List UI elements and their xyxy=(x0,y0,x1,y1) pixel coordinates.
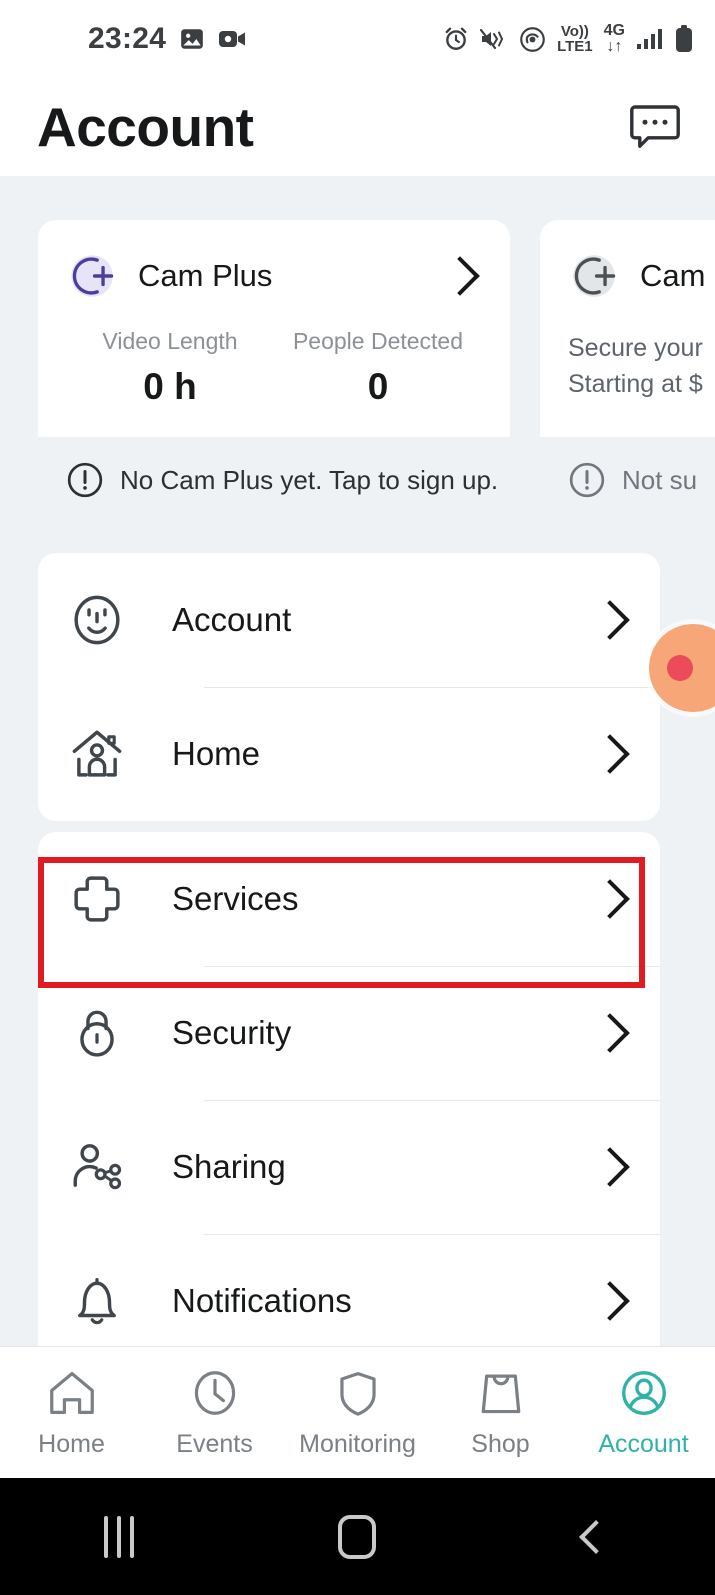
shopping-bag-icon xyxy=(481,1374,520,1414)
nav-item-label: Monitoring xyxy=(299,1430,416,1458)
cam-plus-carousel[interactable]: Cam Plus Video Length 0 h People Detecte… xyxy=(0,220,715,523)
vibrate-mute-icon xyxy=(480,28,504,50)
plus-cross-icon xyxy=(68,870,134,928)
android-navigation-bar xyxy=(0,1478,715,1595)
chevron-right-icon[interactable] xyxy=(590,1147,630,1187)
cam-plus-logo-icon xyxy=(71,255,114,297)
cam-plus-stat: Video Length 0 h xyxy=(66,328,274,408)
cam-plus-card-header: Cam xyxy=(568,250,715,302)
chevron-right-icon[interactable] xyxy=(440,256,480,296)
chevron-right-icon[interactable] xyxy=(590,1281,630,1321)
chat-bubble-icon[interactable] xyxy=(629,103,681,151)
battery-icon xyxy=(676,25,692,52)
recents-button[interactable] xyxy=(0,1515,238,1558)
menu-item-label: Account xyxy=(172,601,292,638)
cam-plus-title-group: Cam Plus xyxy=(66,250,272,302)
nav-item-monitoring[interactable]: Monitoring xyxy=(286,1366,429,1459)
status-bar-clock: 23:24 xyxy=(88,22,167,55)
nav-item-home[interactable]: Home xyxy=(0,1366,143,1459)
stat-value: 0 h xyxy=(143,366,197,407)
cam-plus-desc-line: Starting at $ xyxy=(568,369,703,398)
page-title: Account xyxy=(37,96,254,158)
menu-item-label: Security xyxy=(172,1014,292,1051)
cam-plus-card[interactable]: Cam Plus Video Length 0 h People Detecte… xyxy=(38,220,510,523)
chevron-right-icon[interactable] xyxy=(590,600,630,640)
menu-item-account[interactable]: Account xyxy=(38,553,660,687)
4g-icon: 4G ↓↑ xyxy=(603,22,625,55)
gallery-icon xyxy=(181,29,204,49)
cam-plus-card-title: Cam Plus xyxy=(138,258,273,293)
scroll-content[interactable]: Cam Plus Video Length 0 h People Detecte… xyxy=(0,176,715,1346)
home-person-icon xyxy=(68,725,134,783)
menu-group-account: Account Home xyxy=(38,553,660,821)
menu-item-security[interactable]: Security xyxy=(38,966,660,1100)
chevron-right-icon[interactable] xyxy=(590,1013,630,1053)
menu-item-notifications[interactable]: Notifications xyxy=(38,1234,660,1346)
menu-item-label: Home xyxy=(172,735,261,772)
shield-icon xyxy=(339,1371,376,1416)
home-icon xyxy=(49,1371,94,1415)
bottom-navigation-bar: Home Events Monitoring Shop Account xyxy=(0,1346,715,1478)
menu-item-home[interactable]: Home xyxy=(38,687,660,821)
phone-screen: 23:24 Vo)) LTE1 4G ↓↑ Account Cam Plus V… xyxy=(0,0,715,1595)
chevron-right-icon[interactable] xyxy=(590,879,630,919)
home-square-icon xyxy=(338,1514,377,1559)
menu-item-sharing[interactable]: Sharing xyxy=(38,1100,660,1234)
stat-label: People Detected xyxy=(292,328,464,354)
bubble-dot-icon xyxy=(667,655,693,681)
cam-plus-logo-icon xyxy=(573,255,616,297)
user-circle-icon xyxy=(621,1371,666,1415)
cam-plus-card-footer[interactable]: No Cam Plus yet. Tap to sign up. xyxy=(38,437,510,523)
cam-plus-footer-text: No Cam Plus yet. Tap to sign up. xyxy=(120,464,499,495)
nav-item-label: Events xyxy=(176,1430,253,1458)
video-camera-icon xyxy=(219,31,246,47)
nav-item-account[interactable]: Account xyxy=(572,1366,715,1459)
alert-circle-icon xyxy=(67,462,103,498)
cam-plus-stats: Video Length 0 h People Detected 0 xyxy=(66,328,482,408)
back-button[interactable] xyxy=(477,1519,715,1554)
recents-icon xyxy=(104,1515,135,1558)
hotspot-icon xyxy=(520,26,545,52)
cam-plus-card-body: Cam Secure your Starting at $ xyxy=(540,220,715,437)
stat-label: Video Length xyxy=(102,328,238,354)
menu-item-label: Services xyxy=(172,880,299,917)
person-share-icon xyxy=(68,1138,134,1196)
cam-plus-card[interactable]: Cam Secure your Starting at $ Not su xyxy=(540,220,715,523)
cam-plus-card-footer[interactable]: Not su xyxy=(540,437,715,523)
smiley-face-icon xyxy=(68,591,134,649)
menu-group-settings: Services Security Sharing Notifications xyxy=(38,832,660,1346)
nav-item-shop[interactable]: Shop xyxy=(429,1366,572,1459)
alarm-icon xyxy=(445,27,467,50)
alert-circle-icon xyxy=(569,462,605,498)
menu-item-services[interactable]: Services xyxy=(38,832,660,966)
nav-item-label: Home xyxy=(38,1430,105,1458)
stat-value: 0 xyxy=(367,366,389,407)
status-bar-right: Vo)) LTE1 4G ↓↑ xyxy=(443,23,693,55)
chevron-right-icon[interactable] xyxy=(590,734,630,774)
cam-plus-stat: People Detected 0 xyxy=(274,328,482,408)
clock-icon xyxy=(194,1371,235,1415)
nav-item-label: Account xyxy=(598,1430,689,1458)
cam-plus-footer-text: Not su xyxy=(622,464,698,495)
volte-icon: Vo)) LTE1 xyxy=(557,23,593,55)
cam-plus-card-body: Cam Plus Video Length 0 h People Detecte… xyxy=(38,220,510,437)
app-header: Account xyxy=(0,78,715,176)
padlock-icon xyxy=(68,1004,134,1062)
cam-plus-card-title: Cam xyxy=(640,258,706,293)
menu-item-label: Notifications xyxy=(172,1282,352,1319)
bell-icon xyxy=(68,1272,134,1330)
nav-item-label: Shop xyxy=(471,1430,530,1458)
nav-item-events[interactable]: Events xyxy=(143,1366,286,1459)
status-bar-left: 23:24 xyxy=(88,22,248,56)
menu-item-label: Sharing xyxy=(172,1148,286,1185)
home-button[interactable] xyxy=(238,1514,476,1559)
cam-plus-desc-line: Secure your xyxy=(568,334,703,362)
back-chevron-icon xyxy=(578,1519,613,1554)
cam-plus-description: Secure your Starting at $ xyxy=(568,331,715,402)
signal-icon xyxy=(637,29,662,49)
cam-plus-title-group: Cam xyxy=(568,250,705,302)
cam-plus-card-header: Cam Plus xyxy=(66,250,482,302)
status-bar: 23:24 Vo)) LTE1 4G ↓↑ xyxy=(0,0,715,78)
